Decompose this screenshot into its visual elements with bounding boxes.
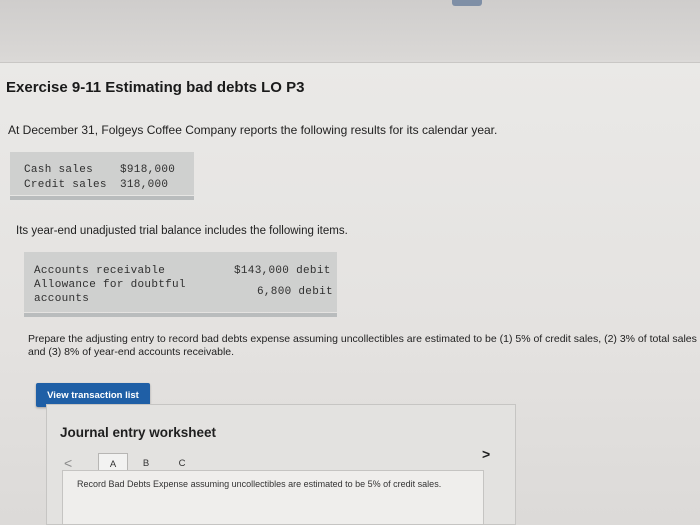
sales-box-underline [10, 196, 194, 200]
tb-value-accounts-receivable: $143,000 debit [234, 265, 331, 277]
credit-sales-value: 318,000 [120, 179, 169, 191]
tb-value-allowance: 6,800 debit [257, 286, 333, 298]
exercise-title: Exercise 9-11 Estimating bad debts LO P3 [6, 79, 305, 96]
credit-sales-label: Credit sales [24, 179, 107, 191]
tb-line-accounts-receivable: Accounts receivable [34, 265, 166, 277]
trial-balance-underline [24, 313, 337, 317]
cash-sales-value: $918,000 [120, 164, 176, 176]
chevron-left-icon[interactable]: < [64, 455, 72, 471]
tb-line-allowance: Allowance for doubtful [34, 279, 186, 291]
instructions-text: Prepare the adjusting entry to record ba… [28, 333, 697, 358]
tb-line-accounts: accounts [34, 293, 90, 305]
cash-sales-label: Cash sales [24, 164, 107, 176]
top-tab-indicator [452, 0, 482, 6]
chevron-right-icon[interactable]: > [482, 446, 490, 462]
worksheet-title: Journal entry worksheet [60, 425, 217, 440]
top-browser-band [0, 0, 700, 60]
entry-instruction-text: Record Bad Debts Expense assuming uncoll… [77, 479, 442, 489]
trial-balance-intro: Its year-end unadjusted trial balance in… [16, 225, 348, 237]
exercise-intro: At December 31, Folgeys Coffee Company r… [8, 123, 498, 137]
